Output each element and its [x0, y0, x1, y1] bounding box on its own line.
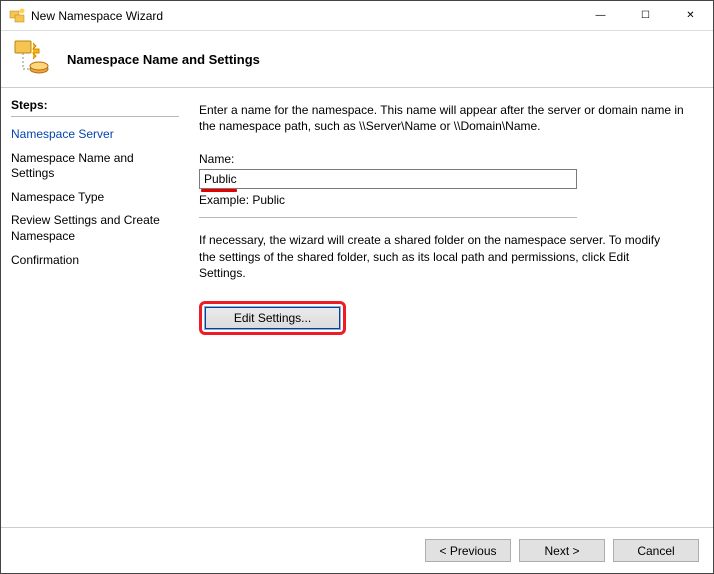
- name-label: Name:: [199, 152, 695, 166]
- edit-settings-button[interactable]: Edit Settings...: [205, 307, 340, 329]
- cancel-button[interactable]: Cancel: [613, 539, 699, 562]
- title-bar: New Namespace Wizard — ☐ ✕: [1, 1, 713, 31]
- wizard-footer: < Previous Next > Cancel: [1, 527, 713, 573]
- highlight-underline: [201, 189, 237, 192]
- steps-sidebar: Steps: Namespace Server Namespace Name a…: [1, 88, 189, 527]
- steps-heading: Steps:: [11, 98, 179, 117]
- step-namespace-type[interactable]: Namespace Type: [11, 186, 179, 210]
- window-title: New Namespace Wizard: [31, 9, 578, 23]
- step-namespace-server[interactable]: Namespace Server: [11, 123, 179, 147]
- edit-settings-highlight: Edit Settings...: [199, 301, 346, 335]
- intro-text: Enter a name for the namespace. This nam…: [199, 102, 695, 134]
- wizard-header: Namespace Name and Settings: [1, 31, 713, 88]
- maximize-button[interactable]: ☐: [623, 1, 668, 30]
- minimize-button[interactable]: —: [578, 1, 623, 30]
- app-icon: [9, 8, 25, 24]
- step-namespace-name-settings[interactable]: Namespace Name and Settings: [11, 147, 179, 186]
- page-title: Namespace Name and Settings: [67, 52, 260, 67]
- next-button[interactable]: Next >: [519, 539, 605, 562]
- example-text: Example: Public: [199, 193, 695, 207]
- main-panel: Enter a name for the namespace. This nam…: [189, 88, 713, 527]
- name-input[interactable]: [199, 169, 577, 189]
- step-review-settings[interactable]: Review Settings and Create Namespace: [11, 209, 179, 248]
- shared-folder-text: If necessary, the wizard will create a s…: [199, 232, 679, 281]
- window-controls: — ☐ ✕: [578, 1, 713, 30]
- step-confirmation[interactable]: Confirmation: [11, 249, 179, 273]
- wizard-icon: [13, 39, 53, 79]
- previous-button[interactable]: < Previous: [425, 539, 511, 562]
- divider: [199, 217, 577, 218]
- close-button[interactable]: ✕: [668, 1, 713, 30]
